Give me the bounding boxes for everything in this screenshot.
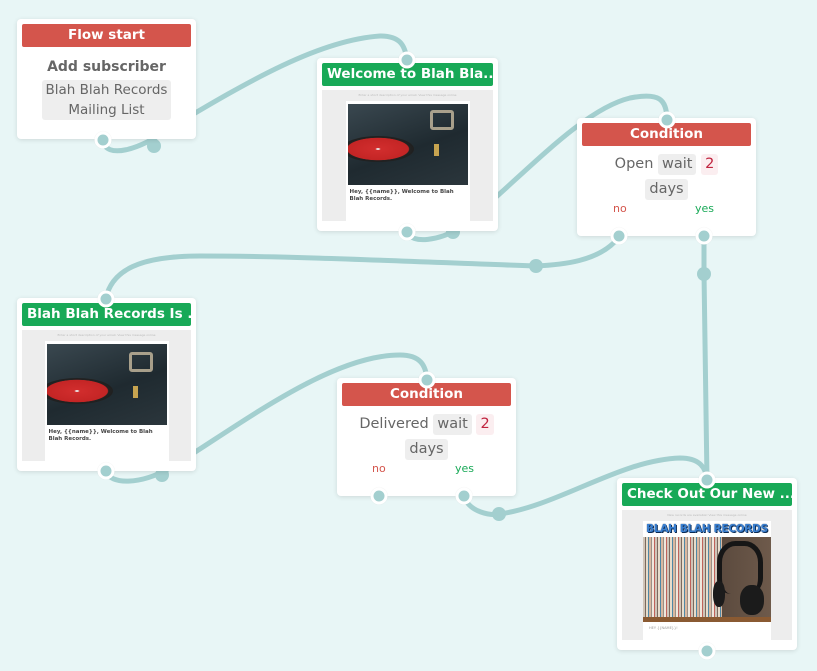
branch-yes-port[interactable] xyxy=(695,227,713,245)
condition-event: Open xyxy=(614,156,654,172)
email-greeting: Hey, {{name}}, Welcome to Blah Blah Reco… xyxy=(349,189,454,202)
email-logo: BLAH BLAH RECORDS xyxy=(646,523,768,535)
link-midpoint-handle[interactable] xyxy=(529,259,543,273)
email-greeting: Hey, {{name}}, Welcome to Blah Blah Reco… xyxy=(48,429,153,442)
list-name-line: Blah Blah Records xyxy=(45,82,168,98)
condition-event: Delivered xyxy=(359,416,429,432)
input-port[interactable] xyxy=(398,51,416,69)
records-headphones-image xyxy=(643,537,771,622)
wait-label: wait xyxy=(658,154,697,175)
mailing-list-badge: Blah Blah Records Mailing List xyxy=(41,80,172,120)
input-port[interactable] xyxy=(698,471,716,489)
branch-no-port[interactable] xyxy=(610,227,628,245)
email-node-check-out[interactable]: Check Out Our New ... New records are av… xyxy=(617,478,797,650)
flow-start-node[interactable]: Flow start Add subscriber Blah Blah Reco… xyxy=(17,19,196,139)
branch-no-label: no xyxy=(372,462,386,475)
turntable-image xyxy=(46,344,167,425)
branch-yes-port[interactable] xyxy=(455,487,473,505)
email-preheader: Enter a short description of your email.… xyxy=(57,333,156,337)
branch-no-port[interactable] xyxy=(370,487,388,505)
branch-no-label: no xyxy=(613,202,627,215)
list-name-line: Mailing List xyxy=(68,102,145,118)
branch-yes-label: yes xyxy=(455,462,475,475)
wait-value[interactable]: 2 xyxy=(701,154,719,175)
email-preview: Enter a short description of your email.… xyxy=(22,330,191,461)
wait-unit[interactable]: days xyxy=(645,179,688,200)
node-header: Flow start xyxy=(22,24,191,47)
branch-yes-label: yes xyxy=(695,202,715,215)
email-node-records-is[interactable]: Blah Blah Records Is ... Enter a short d… xyxy=(17,298,196,471)
email-preheader: Enter a short description of your email.… xyxy=(358,93,457,97)
condition-node-open[interactable]: Condition Open wait 2 days no yes xyxy=(577,118,756,236)
email-preview: New records are available! View this mes… xyxy=(622,510,792,640)
output-port[interactable] xyxy=(398,223,416,241)
link-midpoint-handle[interactable] xyxy=(147,139,161,153)
email-preview: Enter a short description of your email.… xyxy=(322,90,493,221)
wait-label: wait xyxy=(433,414,472,435)
output-port[interactable] xyxy=(97,462,115,480)
email-footer-text: HEY {{NAME}}! xyxy=(649,626,678,630)
trigger-title: Add subscriber xyxy=(47,59,166,75)
input-port[interactable] xyxy=(97,290,115,308)
output-port[interactable] xyxy=(94,131,112,149)
condition-node-delivered[interactable]: Condition Delivered wait 2 days no yes xyxy=(337,378,516,496)
wait-value[interactable]: 2 xyxy=(476,414,494,435)
input-port[interactable] xyxy=(418,371,436,389)
link-midpoint-handle[interactable] xyxy=(492,507,506,521)
output-port[interactable] xyxy=(698,642,716,660)
email-preheader: New records are available! View this mes… xyxy=(667,513,747,517)
turntable-image xyxy=(347,104,468,185)
input-port[interactable] xyxy=(658,111,676,129)
email-node-welcome[interactable]: Welcome to Blah Bla... Enter a short des… xyxy=(317,58,498,231)
wait-unit[interactable]: days xyxy=(405,439,448,460)
link-midpoint-handle[interactable] xyxy=(697,267,711,281)
